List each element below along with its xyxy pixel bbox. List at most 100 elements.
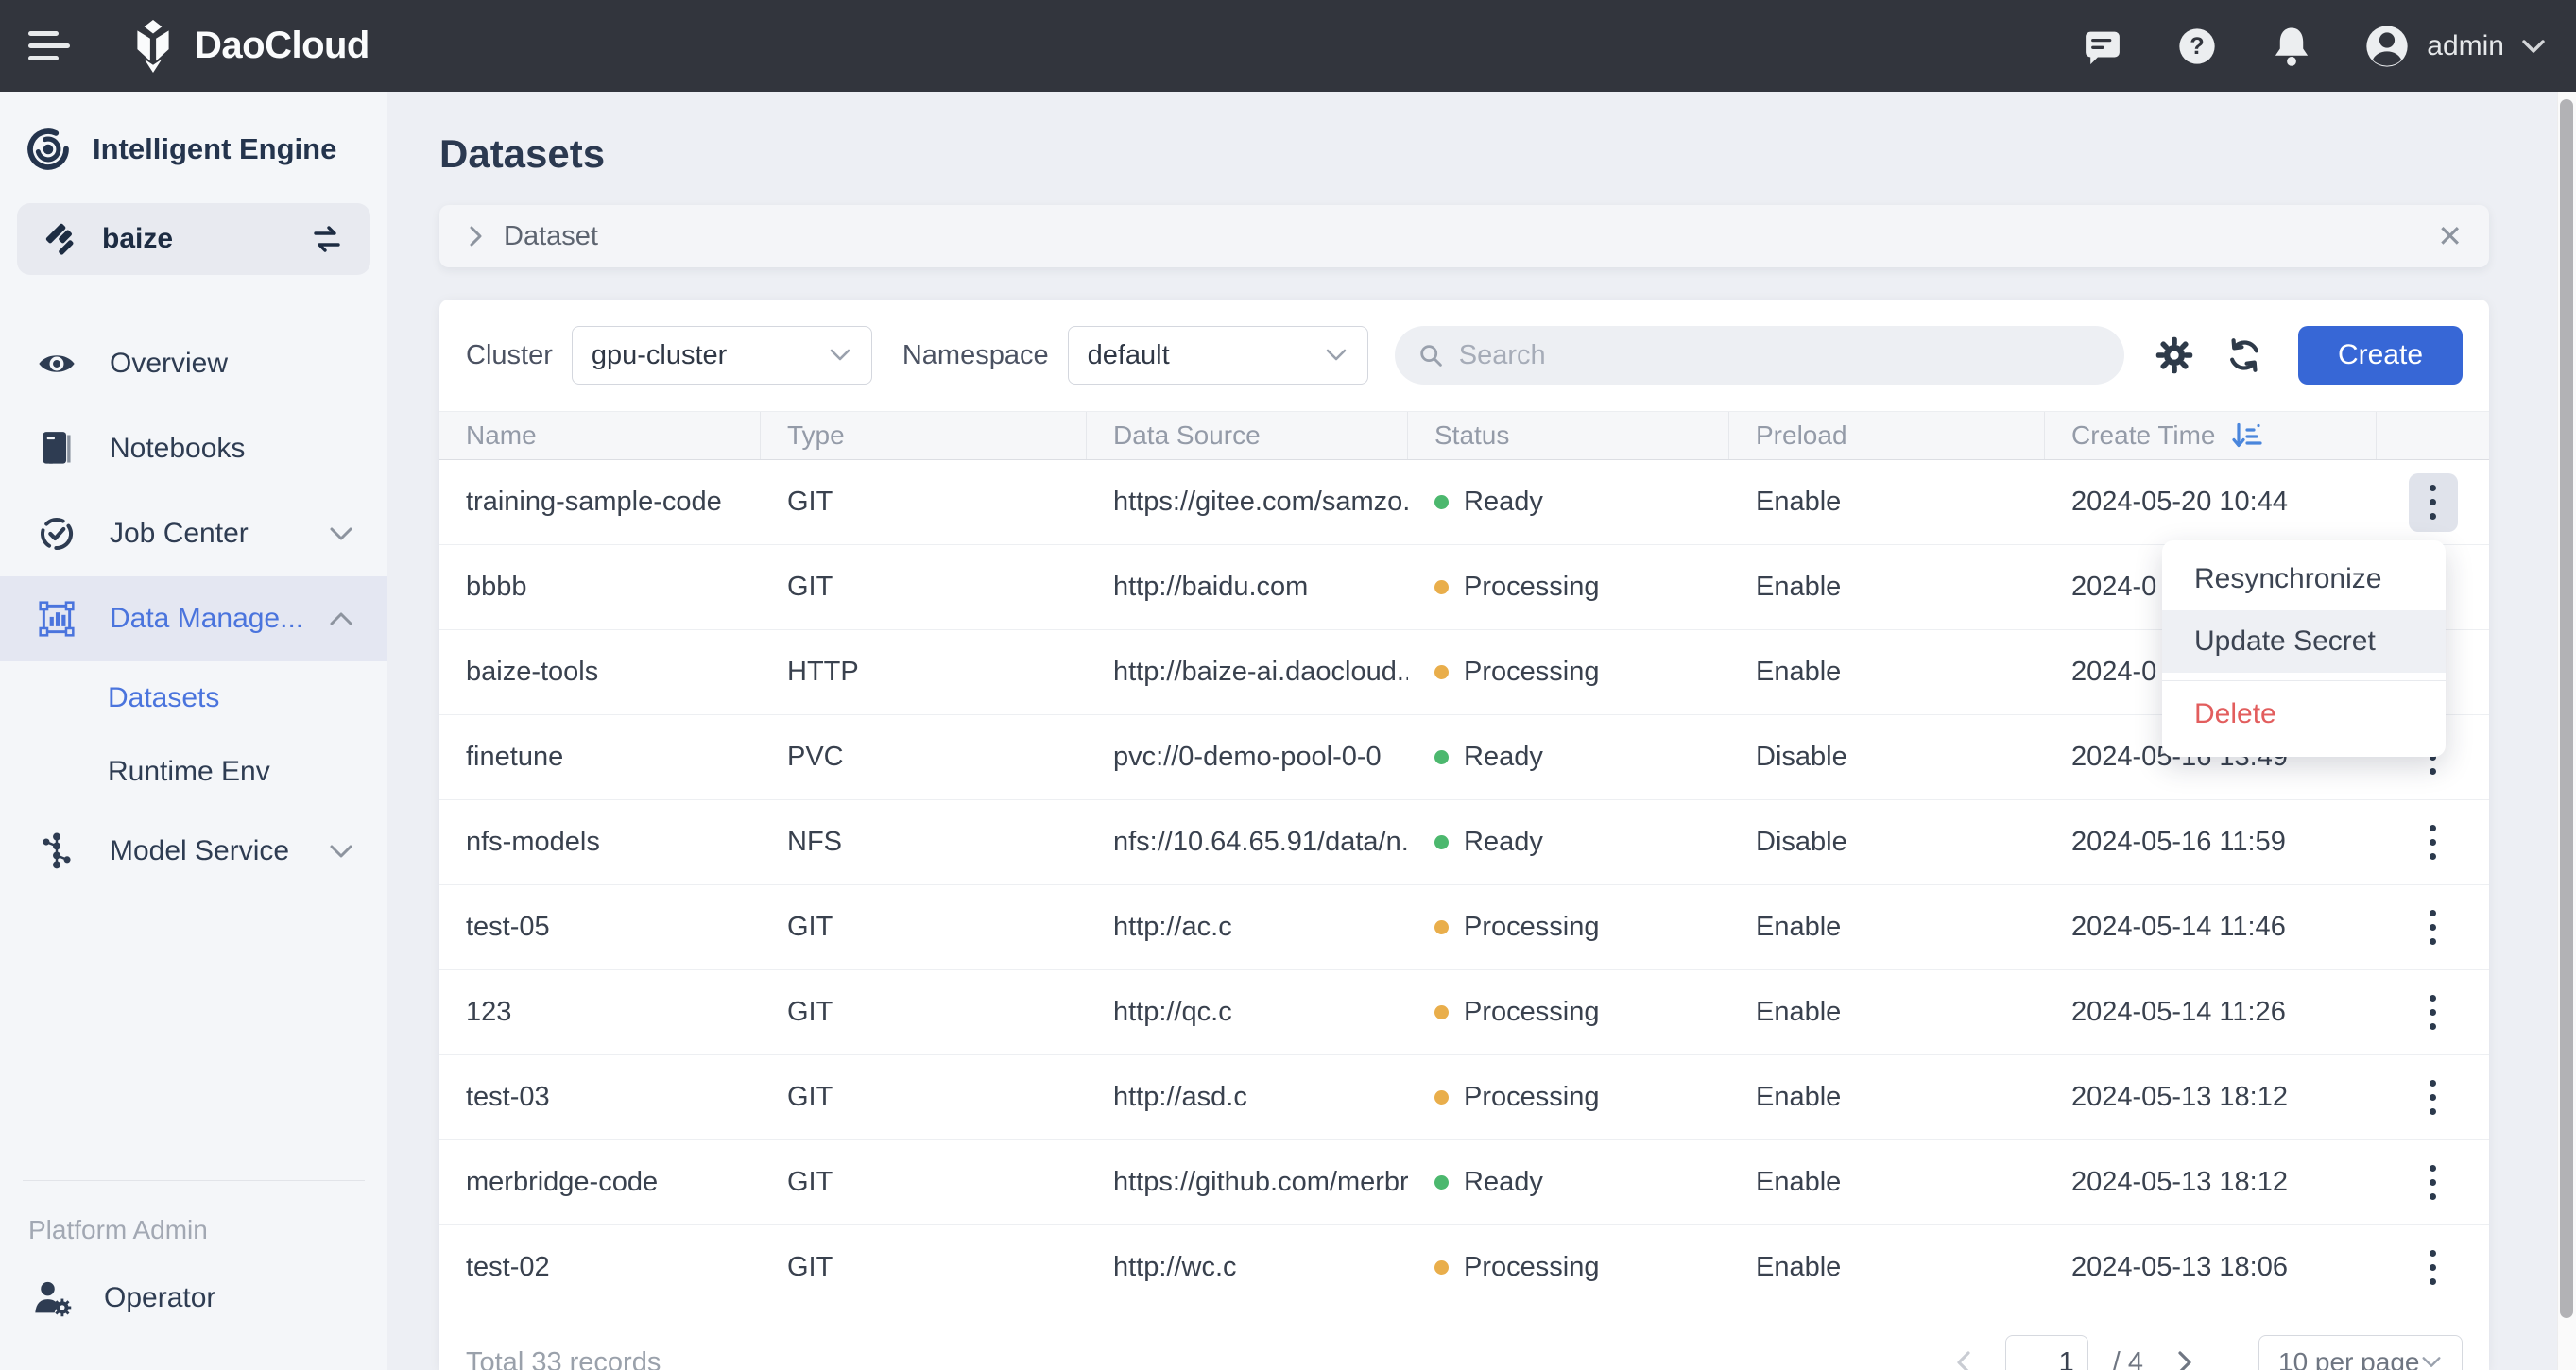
svg-text:?: ? <box>2190 33 2205 60</box>
refresh-icon[interactable] <box>2223 334 2266 377</box>
page-size-select[interactable]: 10 per page <box>2258 1335 2463 1370</box>
column-header-data-source[interactable]: Data Source <box>1087 412 1408 459</box>
status-dot <box>1434 1005 1449 1019</box>
cell-type: GIT <box>787 572 833 602</box>
cell-preload: Enable <box>1756 1252 1842 1282</box>
cell-status: Ready <box>1408 800 1729 884</box>
cell-name: merbridge-code <box>466 1167 659 1197</box>
row-actions-button[interactable] <box>2408 472 2458 532</box>
table-footer: Total 33 records / 4 10 per page <box>439 1310 2489 1370</box>
table-row: 123 GIT http://qc.c Processing Enable 20… <box>439 970 2489 1055</box>
gear-icon[interactable] <box>2153 334 2196 377</box>
status-dot <box>1434 1090 1449 1105</box>
page-number-input[interactable] <box>2004 1335 2088 1370</box>
status-dot <box>1434 495 1449 509</box>
menu-item-resynchronize[interactable]: Resynchronize <box>2162 548 2446 610</box>
sidebar-item-job-center[interactable]: Job Center <box>0 491 387 576</box>
status-dot <box>1434 665 1449 679</box>
sidebar: Intelligent Engine baize Overview Notebo… <box>0 92 387 1370</box>
cell-status: Processing <box>1408 1225 1729 1310</box>
book-icon <box>36 431 77 467</box>
row-actions-button[interactable] <box>2409 984 2458 1042</box>
pagination: / 4 10 per page <box>1947 1335 2463 1370</box>
next-page-icon[interactable] <box>2168 1345 2202 1370</box>
cell-type: GIT <box>787 487 833 517</box>
page-title: Datasets <box>439 131 606 176</box>
cell-status: Processing <box>1408 970 1729 1054</box>
sidebar-item-data-manage[interactable]: Data Manage... <box>0 576 387 661</box>
cell-preload: Enable <box>1756 487 1842 517</box>
cell-status: Processing <box>1408 1055 1729 1139</box>
status-label: Processing <box>1464 657 1600 687</box>
dataset-panel: Dataset ✕ <box>439 205 2489 267</box>
cell-name: nfs-models <box>466 827 600 857</box>
cluster-select[interactable]: gpu-cluster <box>571 326 872 385</box>
column-header-create-time[interactable]: Create Time <box>2045 412 2377 459</box>
row-actions-button[interactable] <box>2409 1069 2458 1127</box>
vertical-scrollbar[interactable] <box>2557 92 2576 1370</box>
cell-data-source: https://gitee.com/samzo... <box>1113 487 1408 517</box>
cell-data-source: http://baize-ai.daocloud.... <box>1113 657 1408 687</box>
prev-page-icon[interactable] <box>1947 1345 1981 1370</box>
sort-descending-icon[interactable] <box>2231 420 2265 451</box>
chevron-down-icon <box>330 527 352 540</box>
status-label: Processing <box>1464 1252 1600 1282</box>
cell-type: GIT <box>787 1082 833 1112</box>
table-row: nfs-models NFS nfs://10.64.65.91/data/n.… <box>439 800 2489 885</box>
workspace-switcher[interactable]: baize <box>17 203 370 275</box>
column-header-type[interactable]: Type <box>761 412 1087 459</box>
table-row: training-sample-code GIT https://gitee.c… <box>439 460 2489 545</box>
cell-actions <box>2377 1055 2489 1139</box>
sidebar-item-runtime-env[interactable]: Runtime Env <box>0 735 387 809</box>
cell-status: Ready <box>1408 715 1729 799</box>
menu-item-delete[interactable]: Delete <box>2162 681 2446 747</box>
chat-icon[interactable] <box>2079 23 2126 70</box>
cell-name: bbbb <box>466 572 527 602</box>
cell-name: finetune <box>466 742 564 772</box>
column-header-status[interactable]: Status <box>1408 412 1729 459</box>
sidebar-nav: Overview Notebooks Job Center Data Manag… <box>0 321 387 894</box>
sidebar-item-operator[interactable]: Operator <box>0 1259 387 1338</box>
chevron-right-icon[interactable] <box>466 223 485 249</box>
menu-item-update-secret[interactable]: Update Secret <box>2162 610 2446 673</box>
notifications-bell-icon[interactable] <box>2268 23 2315 70</box>
eye-icon <box>36 350 77 378</box>
row-actions-button[interactable] <box>2409 899 2458 957</box>
column-header-name[interactable]: Name <box>439 412 761 459</box>
sidebar-item-notebooks[interactable]: Notebooks <box>0 406 387 491</box>
close-icon[interactable]: ✕ <box>2437 221 2463 251</box>
create-button[interactable]: Create <box>2297 326 2463 385</box>
cell-type: NFS <box>787 827 842 857</box>
cell-create-time: 2024-05-20 10:44 <box>2071 487 2288 517</box>
row-actions-button[interactable] <box>2409 1154 2458 1212</box>
row-actions-button[interactable] <box>2409 1239 2458 1297</box>
workspace-name: baize <box>102 223 174 254</box>
status-dot <box>1434 920 1449 934</box>
row-actions-button[interactable] <box>2409 813 2458 872</box>
status-dot <box>1434 580 1449 594</box>
search-icon <box>1419 345 1442 367</box>
user-menu[interactable]: admin <box>2362 22 2548 71</box>
cell-type: GIT <box>787 1252 833 1282</box>
brand-name: DaoCloud <box>195 25 369 66</box>
status-label: Ready <box>1464 827 1543 857</box>
cell-data-source: http://wc.c <box>1113 1252 1237 1282</box>
chevron-down-icon <box>2422 1357 2441 1367</box>
column-header-preload[interactable]: Preload <box>1729 412 2045 459</box>
help-icon[interactable]: ? <box>2173 23 2221 70</box>
sidebar-item-overview[interactable]: Overview <box>0 321 387 406</box>
sidebar-item-model-service[interactable]: Model Service <box>0 809 387 894</box>
cell-actions <box>2377 970 2489 1054</box>
table-row: test-05 GIT http://ac.c Processing Enabl… <box>439 885 2489 970</box>
table-header: Name Type Data Source Status Preload Cre… <box>439 411 2489 460</box>
sidebar-item-datasets[interactable]: Datasets <box>0 661 387 735</box>
cell-actions <box>2377 885 2489 969</box>
total-records: Total 33 records <box>466 1346 661 1370</box>
status-label: Processing <box>1464 572 1600 602</box>
namespace-select[interactable]: default <box>1067 326 1368 385</box>
scrollbar-thumb[interactable] <box>2560 99 2573 1318</box>
status-label: Ready <box>1464 487 1543 517</box>
search-input[interactable] <box>1458 339 2102 371</box>
switch-workspace-icon[interactable] <box>308 224 346 254</box>
menu-toggle-icon[interactable] <box>28 27 74 65</box>
